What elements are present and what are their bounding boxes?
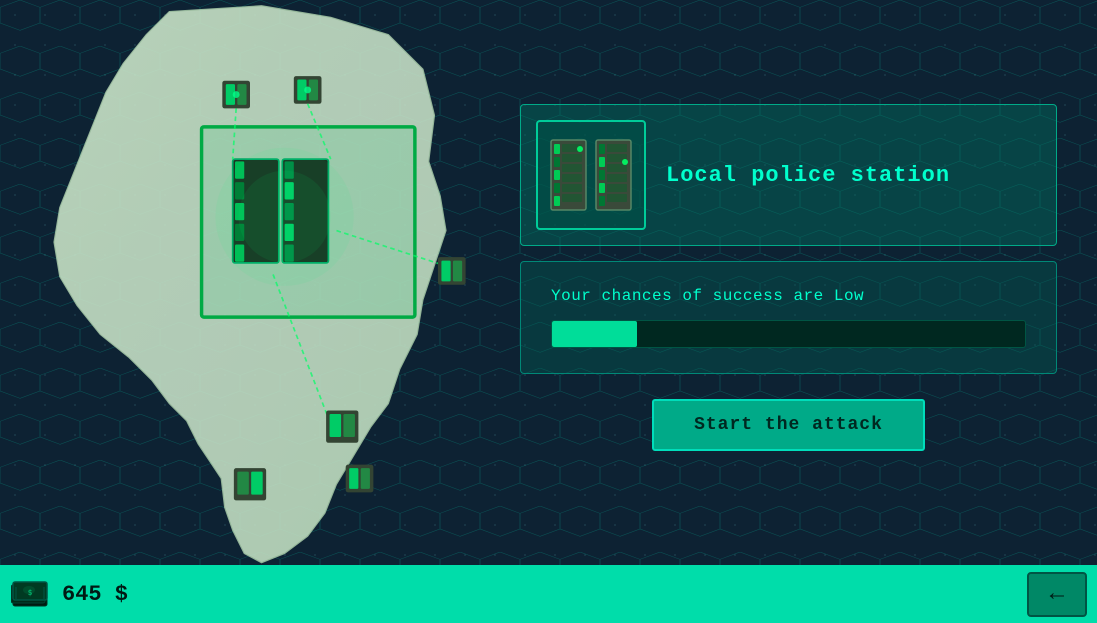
target-card: Local police station [520, 104, 1057, 246]
progress-bar-fill [552, 321, 637, 347]
map-area [0, 0, 500, 565]
money-amount: 645 $ [62, 582, 128, 607]
main-content: Local police station Your chances of suc… [0, 0, 1097, 565]
start-attack-button[interactable]: Start the attack [652, 399, 925, 451]
svg-text:$: $ [28, 588, 33, 597]
server-cluster-icon [546, 130, 636, 220]
cash-stack-icon: $ [11, 580, 49, 608]
attack-button-container: Start the attack [520, 389, 1057, 461]
back-button[interactable]: ← [1027, 572, 1087, 617]
target-name: Local police station [666, 163, 950, 188]
chances-section: Your chances of success are Low [520, 261, 1057, 374]
back-arrow-icon: ← [1050, 581, 1064, 608]
bottom-bar: $ 645 $ ← [0, 565, 1097, 623]
map-svg [0, 0, 500, 565]
progress-bar-container [551, 320, 1026, 348]
chances-text: Your chances of success are Low [551, 287, 1026, 305]
right-panel: Local police station Your chances of suc… [500, 84, 1097, 481]
money-display: $ 645 $ [10, 579, 128, 609]
cash-icon: $ [10, 579, 50, 609]
target-icon-container [536, 120, 646, 230]
